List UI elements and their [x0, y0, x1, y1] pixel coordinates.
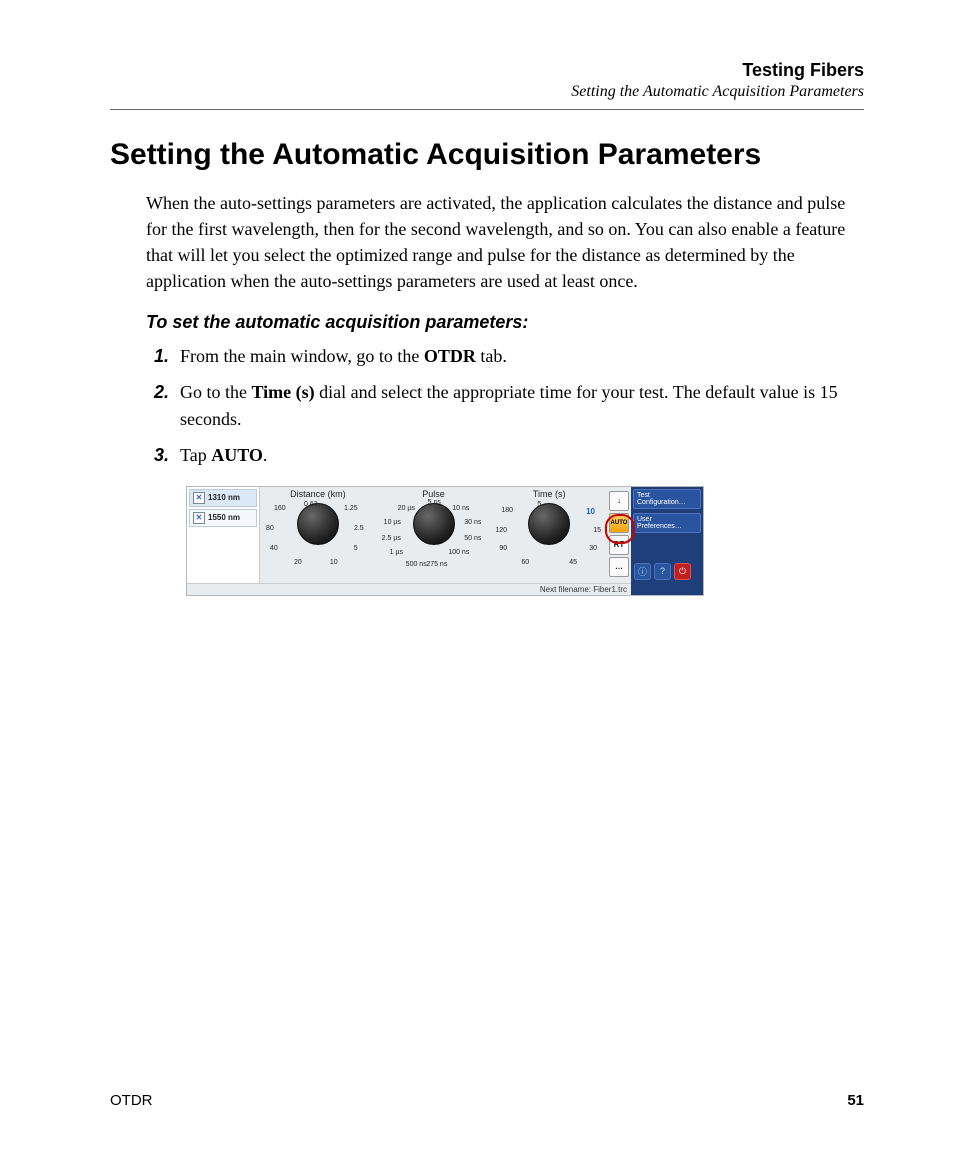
- distance-tick: 40: [270, 545, 278, 552]
- distance-tick: 2.5: [354, 525, 364, 532]
- header-rule: [110, 109, 864, 110]
- step-1: From the main window, go to the OTDR tab…: [174, 343, 864, 369]
- distance-tick: 1.25: [344, 505, 358, 512]
- footer-product-name: OTDR: [110, 1092, 153, 1109]
- distance-tick: 0.63: [304, 501, 318, 508]
- pulse-tick: 275 ns: [426, 561, 447, 568]
- close-icon[interactable]: ✕: [193, 492, 205, 504]
- distance-tick: 80: [266, 525, 274, 532]
- dials-area: Distance (km) 0.63 1.25 2.5 5 10 20 40 8…: [260, 487, 607, 583]
- wavelength-item-1550[interactable]: ✕ 1550 nm: [189, 509, 257, 527]
- pulse-tick: 10 ns: [452, 505, 469, 512]
- time-tick: 5: [537, 501, 541, 508]
- pulse-tick: 2.5 µs: [382, 535, 401, 542]
- step-1-text-post: tab.: [476, 346, 507, 366]
- help-icon: ?: [660, 566, 665, 576]
- wavelength-label: 1550 nm: [208, 513, 240, 522]
- dropdown-arrow-button[interactable]: ↓: [609, 491, 629, 511]
- time-tick-selected: 10: [586, 507, 595, 516]
- pulse-dial-title: Pulse: [376, 489, 492, 499]
- step-2-text-pre: Go to the: [180, 382, 252, 402]
- pulse-dial[interactable]: Pulse 5 ns 10 ns 30 ns 50 ns 100 ns 275 …: [376, 487, 492, 583]
- more-button[interactable]: …: [609, 557, 629, 577]
- pulse-tick: 10 µs: [384, 519, 401, 526]
- footer-page-number: 51: [847, 1092, 864, 1109]
- time-dial-title: Time (s): [491, 489, 607, 499]
- pulse-tick: 30 ns: [464, 519, 481, 526]
- distance-tick: 160: [274, 505, 286, 512]
- side-button-column: ↓ AUTO RT …: [607, 487, 631, 583]
- info-button[interactable]: ⓘ: [634, 563, 651, 580]
- step-3: Tap AUTO.: [174, 442, 864, 468]
- power-icon: ⏻: [679, 566, 686, 577]
- time-tick: 120: [495, 527, 507, 534]
- close-icon[interactable]: ✕: [193, 512, 205, 524]
- distance-tick: 10: [330, 559, 338, 566]
- pulse-tick: 500 ns: [406, 561, 427, 568]
- pulse-tick: 1 µs: [390, 549, 403, 556]
- time-tick: 60: [521, 559, 529, 566]
- instructions-heading: To set the automatic acquisition paramet…: [146, 312, 864, 333]
- intro-paragraph: When the auto-settings parameters are ac…: [146, 190, 864, 294]
- time-tick: 15: [593, 527, 601, 534]
- time-tick: 30: [589, 545, 597, 552]
- time-dial[interactable]: Time (s) 5 10 15 30 45 60 90 120 180: [491, 487, 607, 583]
- time-tick: 180: [501, 507, 513, 514]
- steps-list: From the main window, go to the OTDR tab…: [146, 343, 864, 467]
- step-2: Go to the Time (s) dial and select the a…: [174, 379, 864, 431]
- wavelength-label: 1310 nm: [208, 493, 240, 502]
- distance-tick: 5: [354, 545, 358, 552]
- power-button[interactable]: ⏻: [674, 563, 691, 580]
- step-3-text-post: .: [263, 445, 268, 465]
- header-chapter-title: Testing Fibers: [110, 60, 864, 81]
- pulse-tick: 5 ns: [428, 499, 441, 506]
- help-button[interactable]: ?: [654, 563, 671, 580]
- time-knob[interactable]: [528, 503, 570, 545]
- step-3-bold: AUTO: [211, 445, 263, 465]
- section-heading: Setting the Automatic Acquisition Parame…: [110, 138, 864, 172]
- status-bar: Next filename: Fiber1.trc: [187, 583, 631, 595]
- pulse-tick: 50 ns: [464, 535, 481, 542]
- distance-knob[interactable]: [297, 503, 339, 545]
- arrow-down-icon: ↓: [617, 496, 621, 505]
- time-tick: 90: [499, 545, 507, 552]
- header-section-subtitle: Setting the Automatic Acquisition Parame…: [110, 83, 864, 101]
- step-2-bold: Time (s): [252, 382, 315, 402]
- pulse-knob[interactable]: [413, 503, 455, 545]
- rt-button[interactable]: RT: [609, 535, 629, 555]
- time-tick: 45: [569, 559, 577, 566]
- pulse-tick: 20 µs: [398, 505, 415, 512]
- distance-tick: 20: [294, 559, 302, 566]
- step-1-text-pre: From the main window, go to the: [180, 346, 424, 366]
- info-icon: ⓘ: [638, 565, 647, 578]
- distance-dial[interactable]: Distance (km) 0.63 1.25 2.5 5 10 20 40 8…: [260, 487, 376, 583]
- wavelength-item-1310[interactable]: ✕ 1310 nm: [189, 489, 257, 507]
- page-footer: OTDR 51: [110, 1092, 864, 1109]
- auto-button[interactable]: AUTO: [609, 513, 629, 533]
- otdr-screenshot: ✕ 1310 nm ✕ 1550 nm Distance (km) 0.63 1…: [186, 486, 704, 596]
- menu-panel: Test Configuration… User Preferences… ⓘ …: [631, 487, 703, 583]
- step-3-text-pre: Tap: [180, 445, 211, 465]
- pulse-tick: 100 ns: [448, 549, 469, 556]
- step-1-bold: OTDR: [424, 346, 476, 366]
- user-preferences-button[interactable]: User Preferences…: [633, 513, 701, 533]
- distance-dial-title: Distance (km): [260, 489, 376, 499]
- wavelength-panel: ✕ 1310 nm ✕ 1550 nm: [187, 487, 260, 583]
- test-configuration-button[interactable]: Test Configuration…: [633, 489, 701, 509]
